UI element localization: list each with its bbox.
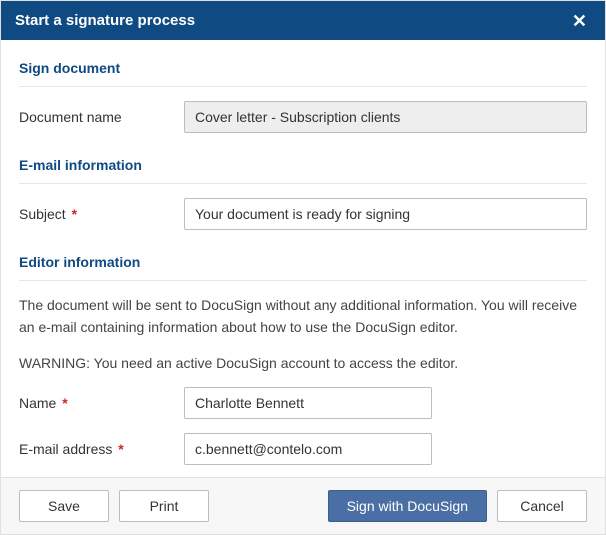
dialog-title: Start a signature process (15, 12, 195, 29)
section-editor-info: Editor information (19, 244, 587, 281)
row-subject: Subject * (19, 198, 587, 230)
row-document-name: Document name (19, 101, 587, 133)
row-email: E-mail address * (19, 433, 587, 465)
row-name: Name * (19, 387, 587, 419)
close-icon[interactable]: ✕ (568, 8, 591, 34)
label-name: Name * (19, 395, 184, 411)
print-button[interactable]: Print (119, 490, 209, 522)
editor-warning-text: WARNING: You need an active DocuSign acc… (19, 355, 587, 371)
label-subject: Subject * (19, 206, 184, 222)
email-field[interactable] (184, 433, 432, 465)
dialog-body: Sign document Document name E-mail infor… (1, 40, 605, 477)
cancel-button[interactable]: Cancel (497, 490, 587, 522)
section-sign-document: Sign document (19, 50, 587, 87)
save-button[interactable]: Save (19, 490, 109, 522)
label-email: E-mail address * (19, 441, 184, 457)
subject-field[interactable] (184, 198, 587, 230)
signature-dialog: Start a signature process ✕ Sign documen… (0, 0, 606, 535)
title-bar: Start a signature process ✕ (1, 1, 605, 40)
editor-info-text: The document will be sent to DocuSign wi… (19, 295, 587, 338)
label-document-name: Document name (19, 109, 184, 125)
sign-with-docusign-button[interactable]: Sign with DocuSign (328, 490, 487, 522)
document-name-field (184, 101, 587, 133)
name-field[interactable] (184, 387, 432, 419)
section-email-info: E-mail information (19, 147, 587, 184)
dialog-footer: Save Print Sign with DocuSign Cancel (1, 477, 605, 534)
required-marker: * (72, 206, 77, 222)
required-marker: * (62, 395, 67, 411)
required-marker: * (118, 441, 123, 457)
